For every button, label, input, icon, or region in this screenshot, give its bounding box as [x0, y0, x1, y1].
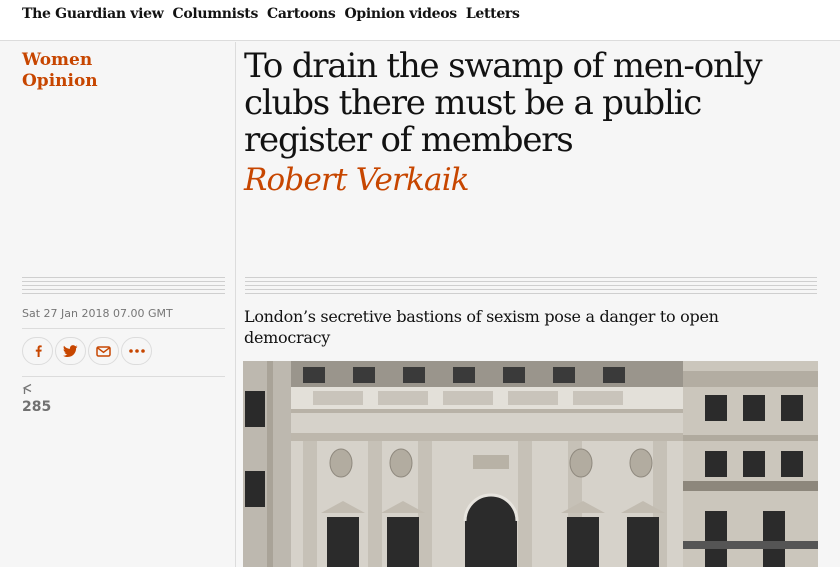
share-email-button[interactable]: [88, 337, 119, 365]
nav-divider: [0, 28, 840, 41]
comment-icon: [22, 383, 32, 394]
publication-date: Sat 27 Jan 2018 07.00 GMT: [22, 307, 173, 320]
nav-columnists[interactable]: Columnists: [173, 6, 259, 22]
facebook-icon: [35, 345, 42, 357]
section-label: Women Opinion: [22, 50, 98, 92]
email-icon: [96, 345, 111, 357]
share-more-button[interactable]: [121, 337, 152, 365]
nav-opinion-videos[interactable]: Opinion videos: [344, 6, 457, 22]
article-standfirst: London’s secretive bastions of sexism po…: [244, 307, 719, 347]
comment-count-link[interactable]: 285: [22, 382, 51, 415]
nav-letters[interactable]: Letters: [466, 6, 520, 22]
meta-hatch-divider: [22, 277, 225, 297]
share-facebook-button[interactable]: [22, 337, 53, 365]
opinion-subnav: The Guardian view Columnists Cartoons Op…: [0, 0, 840, 28]
author-byline[interactable]: Robert Verkaik: [244, 162, 470, 198]
comments-rule: [22, 376, 225, 377]
comment-count: 285: [22, 399, 52, 415]
more-icon: [128, 349, 145, 353]
nav-guardian-view[interactable]: The Guardian view: [22, 6, 164, 22]
content-hatch-divider: [245, 277, 817, 297]
article-headline: To drain the swamp of men-only clubs the…: [244, 46, 763, 160]
share-twitter-button[interactable]: [55, 337, 86, 365]
section-link-women[interactable]: Women: [22, 50, 98, 71]
share-rule: [22, 328, 225, 329]
nav-cartoons[interactable]: Cartoons: [267, 6, 336, 22]
article-main-image: [243, 361, 818, 567]
share-buttons: [22, 337, 154, 365]
article-meta-column: Women Opinion: [0, 42, 236, 567]
twitter-icon: [63, 344, 78, 357]
series-link-opinion[interactable]: Opinion: [22, 71, 98, 92]
